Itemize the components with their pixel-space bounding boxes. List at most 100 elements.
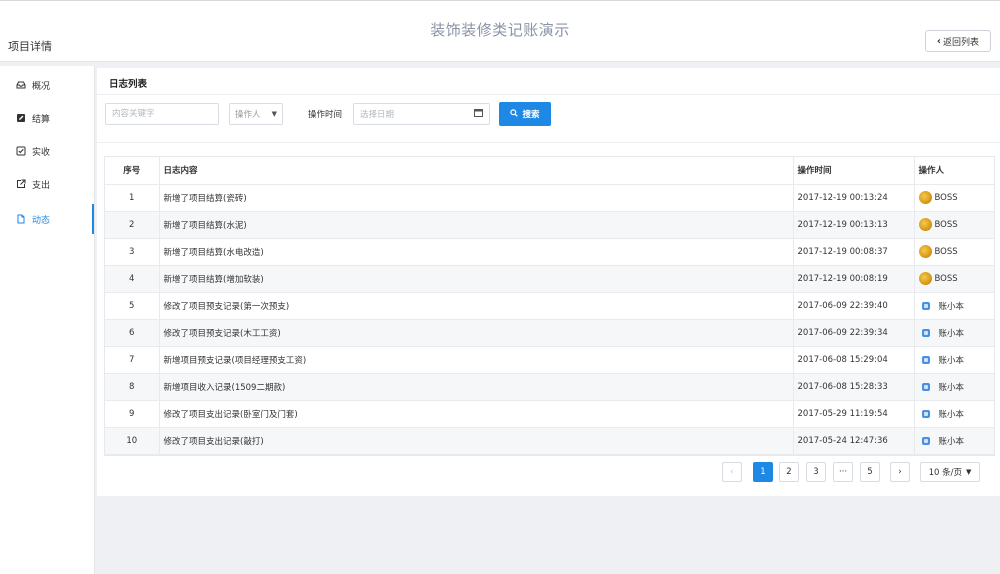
log-content: 新增了项目结算(增加软装) <box>159 265 793 293</box>
row-number: 8 <box>105 373 160 401</box>
external-link-icon <box>16 179 26 189</box>
checkbox-icon <box>16 146 26 156</box>
search-button[interactable]: 搜索 <box>499 102 551 126</box>
back-to-list-button[interactable]: ‹ 返回列表 <box>925 30 991 52</box>
sidebar-item-expense[interactable]: 支出 <box>0 171 94 197</box>
table-row: 1 新增了项目结算(瓷砖) 2017-12-19 00:13:24 BOSS <box>105 184 994 212</box>
avatar <box>918 245 932 258</box>
page-button-2[interactable]: 2 <box>779 462 799 482</box>
log-content: 修改了项目支出记录(卧室门及门套) <box>159 400 793 428</box>
log-content: 新增了项目结算(瓷砖) <box>159 184 793 212</box>
sidebar-item-label: 实收 <box>32 147 51 158</box>
sidebar: 概况 结算 实收 支出 动态 <box>0 66 95 574</box>
operator-select[interactable]: 操作人 ▼ <box>229 103 283 125</box>
keyword-input[interactable] <box>105 103 219 125</box>
operator-name: BOSS <box>934 192 958 203</box>
date-placeholder: 选择日期 <box>360 110 395 120</box>
operator-name: 账小本 <box>938 436 965 447</box>
divider <box>97 142 1000 143</box>
page-button-3[interactable]: 3 <box>806 462 826 482</box>
column-header-content: 日志内容 <box>159 157 793 185</box>
sidebar-item-activity[interactable]: 动态 <box>0 204 94 234</box>
operation-time: 2017-05-24 12:47:36 <box>792 427 914 455</box>
operator-cell: BOSS <box>913 265 994 293</box>
back-to-list-label: 返回列表 <box>943 37 980 48</box>
operator-name: 账小本 <box>938 355 965 366</box>
column-header-operator: 操作人 <box>913 157 994 185</box>
row-number: 9 <box>105 400 160 428</box>
prev-page-button[interactable]: ‹ <box>722 462 742 482</box>
log-content: 修改了项目预支记录(第一次预支) <box>159 292 793 320</box>
operation-time: 2017-12-19 00:08:19 <box>792 265 914 293</box>
sidebar-item-label: 结算 <box>32 114 51 125</box>
operator-cell: 账小本 <box>913 400 994 428</box>
search-button-label: 搜索 <box>522 110 540 120</box>
file-icon <box>16 214 26 224</box>
operator-name: 账小本 <box>938 382 965 393</box>
sidebar-item-overview[interactable]: 概况 <box>0 72 94 98</box>
operation-time: 2017-06-09 22:39:40 <box>792 292 914 320</box>
avatar <box>921 409 930 418</box>
page-title: 项目详情 <box>8 40 52 53</box>
avatar <box>921 301 930 310</box>
avatar <box>918 218 932 231</box>
app-title: 装饰装修类记账演示 <box>430 21 570 39</box>
operation-time: 2017-06-08 15:29:04 <box>792 346 914 374</box>
operation-time: 2017-06-09 22:39:34 <box>792 319 914 347</box>
operator-select-placeholder: 操作人 <box>235 110 261 120</box>
next-page-button[interactable]: › <box>890 462 910 482</box>
sidebar-item-received[interactable]: 实收 <box>0 138 94 164</box>
operator: 账小本 <box>919 354 991 366</box>
sidebar-item-label: 支出 <box>32 180 51 191</box>
operation-time: 2017-05-29 11:19:54 <box>792 400 914 428</box>
table-header-row: 序号 日志内容 操作时间 操作人 <box>105 157 994 185</box>
avatar <box>921 382 930 391</box>
operator: BOSS <box>918 272 991 285</box>
search-icon <box>510 108 519 120</box>
operator-cell: 账小本 <box>913 427 994 455</box>
operator-name: 账小本 <box>938 301 965 312</box>
row-number: 1 <box>105 184 160 212</box>
chevron-left-icon: ‹ <box>936 35 942 47</box>
log-content: 修改了项目支出记录(敲打) <box>159 427 793 455</box>
operation-time: 2017-12-19 00:08:37 <box>792 238 914 266</box>
log-table: 序号 日志内容 操作时间 操作人 1 新增了项目结算(瓷砖) 2017-12-19 … <box>104 156 995 456</box>
operation-time: 2017-06-08 15:28:33 <box>792 373 914 401</box>
page-button-1[interactable]: 1 <box>753 462 773 482</box>
operator-name: BOSS <box>934 246 958 257</box>
page-ellipsis-button[interactable]: ··· <box>833 462 853 482</box>
log-list-card: 日志列表 操作人 ▼ 操作时间 选择日期 搜索 序号 <box>97 68 1000 496</box>
operator-cell: BOSS <box>913 238 994 266</box>
column-header-no: 序号 <box>105 157 160 185</box>
table-row: 7 新增项目预支记录(项目经理预支工资) 2017-06-08 15:29:04 账小… <box>105 346 994 374</box>
table-row: 2 新增了项目结算(水泥) 2017-12-19 00:13:13 BOSS <box>105 211 994 239</box>
operator: 账小本 <box>919 327 991 339</box>
row-number: 3 <box>105 238 160 266</box>
avatar <box>918 272 932 285</box>
table-row: 4 新增了项目结算(增加软装) 2017-12-19 00:08:19 BOSS <box>105 265 994 293</box>
operator-cell: 账小本 <box>913 373 994 401</box>
operator-name: BOSS <box>934 273 958 284</box>
operation-time: 2017-12-19 00:13:24 <box>792 184 914 212</box>
row-number: 10 <box>105 427 160 455</box>
operator-name: 账小本 <box>938 409 965 420</box>
caret-down-icon: ▼ <box>966 468 972 476</box>
sidebar-item-settlement[interactable]: 结算 <box>0 105 94 131</box>
page-button-5[interactable]: 5 <box>860 462 880 482</box>
edit-square-icon <box>16 113 26 123</box>
table-row: 9 修改了项目支出记录(卧室门及门套) 2017-05-29 11:19:54 账小本 <box>105 400 994 428</box>
table-body: 1 新增了项目结算(瓷砖) 2017-12-19 00:13:24 BOSS 2 新增了项… <box>105 184 994 455</box>
table-row: 8 新增项目收入记录(1509二期款) 2017-06-08 15:28:33 账小本 <box>105 373 994 401</box>
page-size-value: 10 条/页 <box>928 468 962 478</box>
operator: 账小本 <box>919 300 991 312</box>
date-picker-input[interactable]: 选择日期 <box>353 103 490 125</box>
page-size-select[interactable]: 10 条/页 ▼ <box>920 462 980 482</box>
operator-name: BOSS <box>934 219 958 230</box>
table-row: 10 修改了项目支出记录(敲打) 2017-05-24 12:47:36 账小本 <box>105 427 994 455</box>
row-number: 5 <box>105 292 160 320</box>
operator-cell: 账小本 <box>913 319 994 347</box>
operator-cell: 账小本 <box>913 292 994 320</box>
avatar <box>921 328 930 337</box>
sidebar-item-label: 动态 <box>32 215 51 226</box>
log-content: 新增项目预支记录(项目经理预支工资) <box>159 346 793 374</box>
